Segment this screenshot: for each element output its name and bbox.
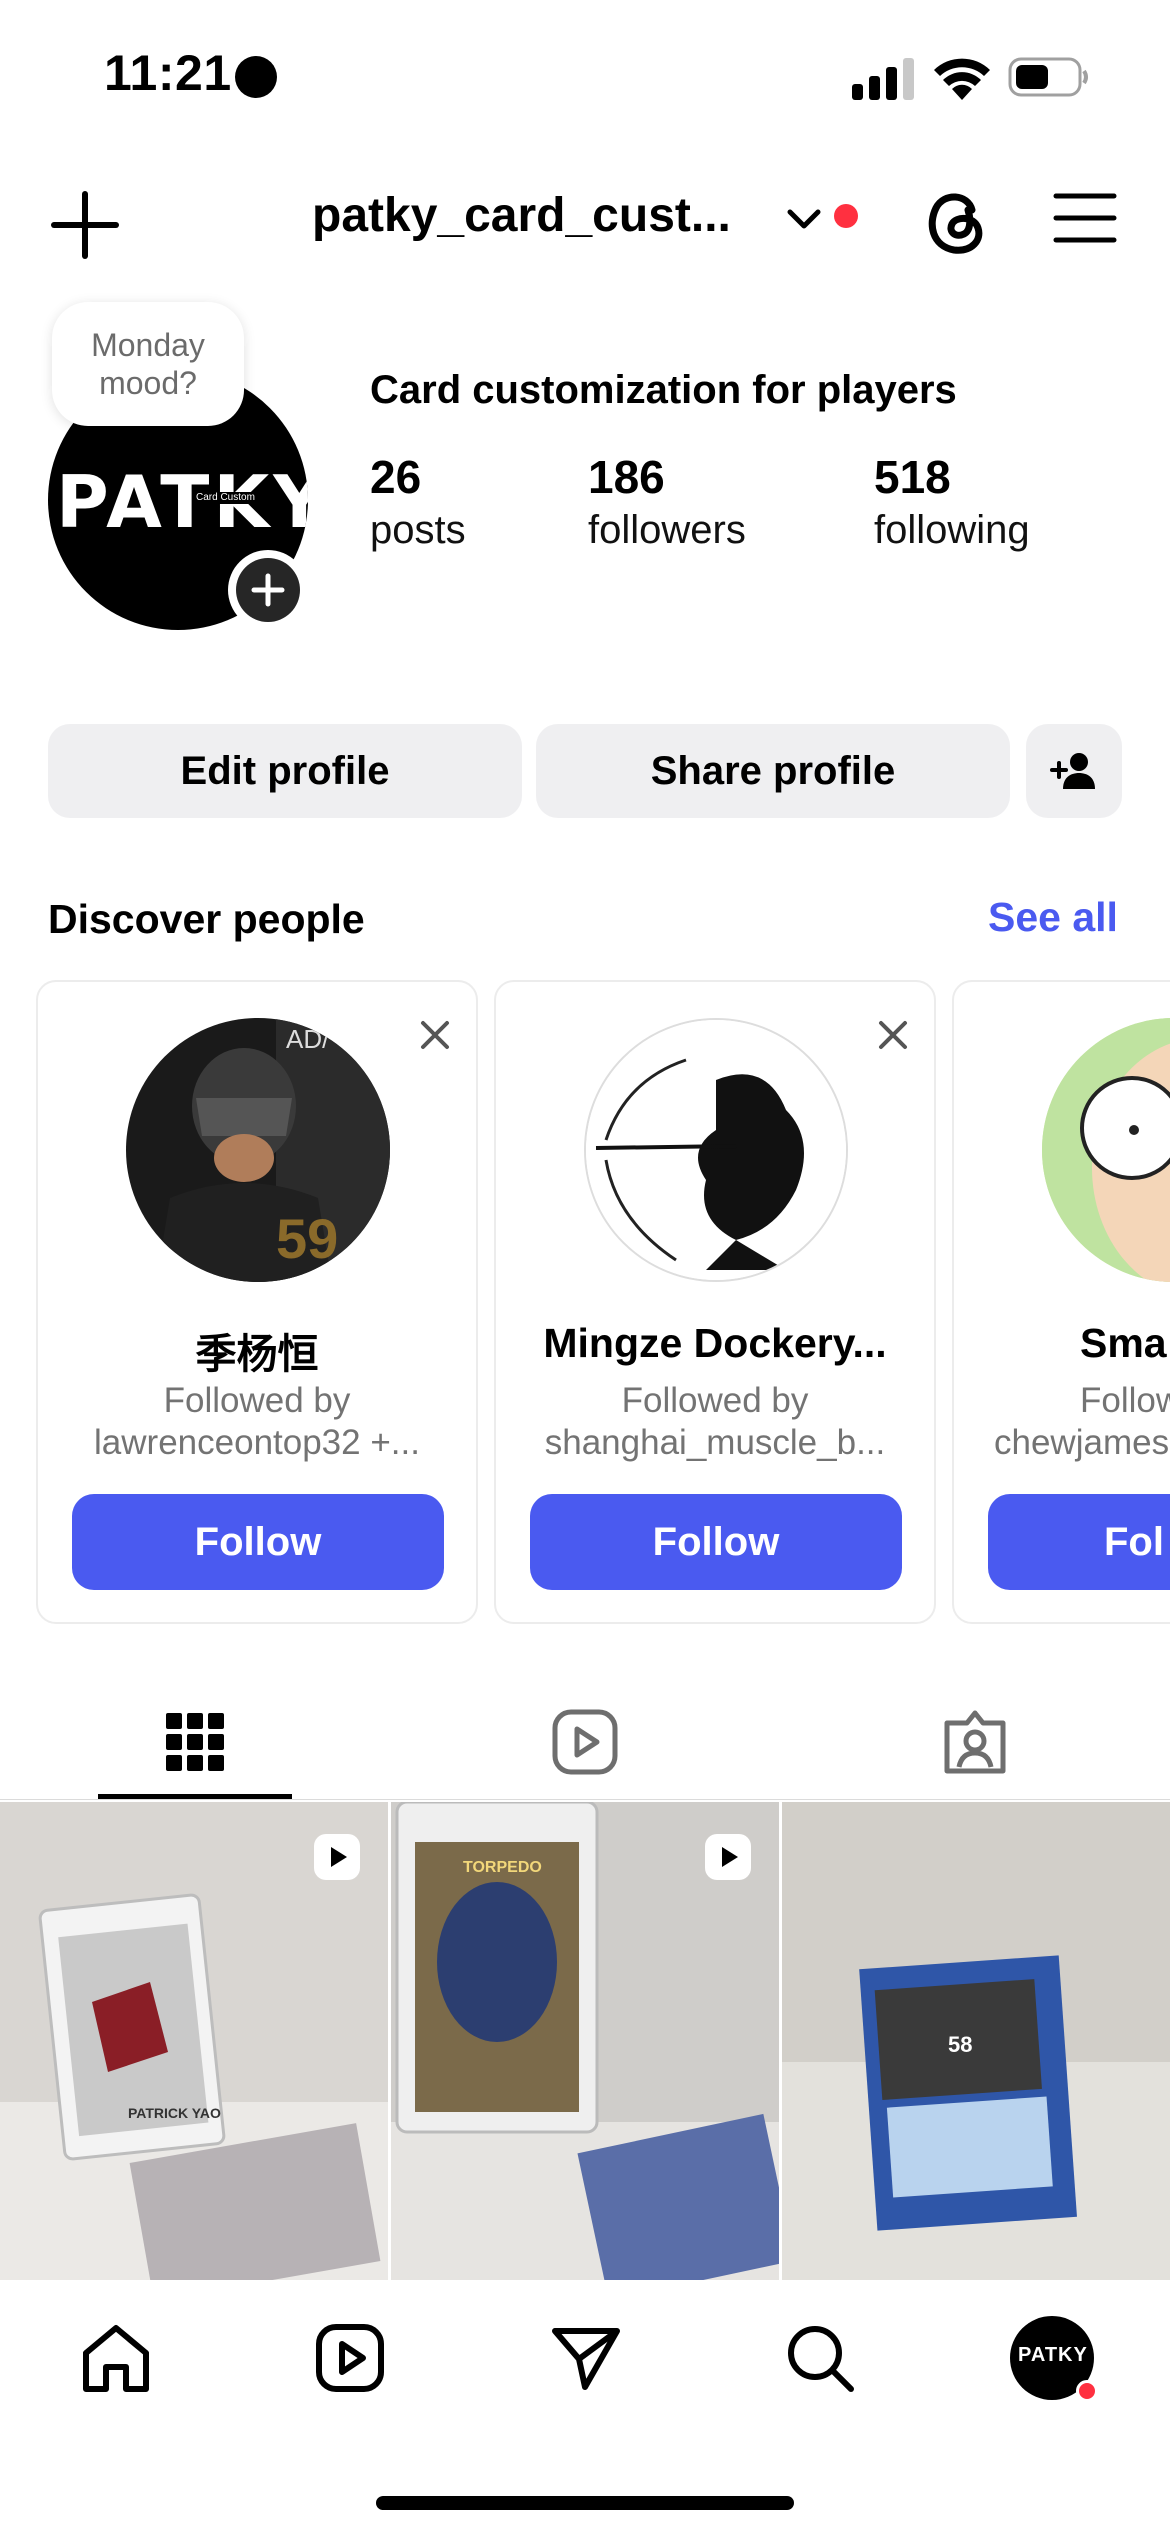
suggested-account-card[interactable]: Mingze Dockery... Followed by shanghai_m… <box>494 980 936 1624</box>
notification-dot <box>834 204 858 228</box>
suggested-followed-by: Follow chewjames <box>994 1381 1170 1462</box>
stat-posts[interactable]: 26 posts <box>370 450 466 553</box>
suggested-avatar[interactable] <box>1042 1018 1170 1282</box>
cartoon-face-avatar <box>1042 1018 1170 1282</box>
reels-icon <box>552 1709 618 1775</box>
follow-button[interactable]: Follow <box>530 1494 902 1590</box>
stat-value: 518 <box>874 451 951 503</box>
suggested-name[interactable]: 季杨恒 <box>38 1320 476 1380</box>
plus-icon[interactable] <box>50 190 120 260</box>
svg-text:AD/: AD/ <box>286 1024 330 1054</box>
tab-reels[interactable] <box>390 1684 780 1800</box>
follow-button[interactable]: Follow <box>72 1494 444 1590</box>
card-stand-photo: 58 <box>782 1802 1170 2280</box>
post-caption: 58 <box>948 2032 972 2057</box>
wifi-icon <box>934 58 990 100</box>
post-thumbnail[interactable]: PATRICK YAO <box>0 1802 388 2280</box>
discover-people-button[interactable] <box>1026 724 1122 818</box>
threads-icon[interactable] <box>920 180 992 260</box>
suggested-followed-by: Followed by lawrenceontop32 +... <box>94 1381 420 1462</box>
bottom-tab-bar: PATKY <box>0 2280 1170 2532</box>
cellular-signal-icon <box>852 58 914 100</box>
post-caption: TORPEDO <box>463 1859 542 1876</box>
samurai-ink-art <box>586 1020 846 1280</box>
nav-search[interactable] <box>780 2318 860 2398</box>
football-player-photo: 59 AD/ <box>126 1018 390 1282</box>
home-indicator[interactable] <box>376 2496 794 2510</box>
add-story-button[interactable] <box>228 550 308 630</box>
avatar-logo-sub: Card Custom <box>196 492 255 504</box>
stat-following[interactable]: 518 following <box>874 450 1030 553</box>
post-thumbnail[interactable]: TORPEDO <box>391 1802 779 2280</box>
suggested-name[interactable]: Mingze Dockery... <box>496 1320 934 1367</box>
profile-content-tabs <box>0 1684 1170 1800</box>
post-thumbnail[interactable]: 58 <box>782 1802 1170 2280</box>
reel-badge-icon <box>705 1834 751 1880</box>
home-icon <box>83 2325 149 2392</box>
share-profile-button[interactable]: Share profile <box>536 724 1010 818</box>
grid-icon <box>166 1713 224 1771</box>
search-icon <box>788 2326 854 2392</box>
avatar-logo: PATKY <box>1018 2344 1088 2366</box>
reel-badge-icon <box>314 1834 360 1880</box>
suggested-name[interactable]: Sma <box>1080 1320 1170 1367</box>
close-icon[interactable] <box>876 1018 910 1052</box>
follow-button[interactable]: Fol <box>988 1494 1170 1590</box>
stat-label: following <box>874 508 1030 552</box>
messages-icon <box>552 2328 620 2390</box>
tab-tagged[interactable] <box>780 1684 1170 1800</box>
edit-profile-button[interactable]: Edit profile <box>48 724 522 818</box>
suggested-account-card[interactable]: Sma Follow chewjames Fol <box>952 980 1170 1624</box>
see-all-link[interactable]: See all <box>988 894 1118 941</box>
note-text: Monday mood? <box>91 327 205 401</box>
status-time: 11:21 <box>104 45 232 101</box>
tab-posts-grid[interactable] <box>0 1684 390 1800</box>
active-tab-indicator <box>98 1794 292 1799</box>
status-bar: 11:21 <box>0 0 1170 150</box>
add-person-icon <box>1050 753 1095 789</box>
suggested-followed-by: Followed by shanghai_muscle_b... <box>544 1381 886 1462</box>
plus-icon <box>251 573 285 607</box>
nav-reels[interactable] <box>310 2318 390 2398</box>
nav-messages[interactable] <box>546 2318 626 2398</box>
svg-text:59: 59 <box>276 1207 338 1270</box>
profile-header: patky_card_cust... <box>0 160 1170 270</box>
suggested-account-card[interactable]: 59 AD/ 季杨恒 Followed by lawrenceontop32 +… <box>36 980 478 1624</box>
post-caption: PATRICK YAO <box>128 2105 221 2121</box>
note-bubble[interactable]: Monday mood? <box>52 302 244 426</box>
tagged-icon <box>944 1710 1006 1774</box>
hamburger-menu-icon[interactable] <box>1052 190 1118 246</box>
focus-mode-icon <box>235 56 277 98</box>
posts-grid: PATRICK YAO TORPEDO 58 <box>0 1802 1170 2280</box>
avatar-logo: PATKY <box>56 460 308 544</box>
notification-dot <box>1076 2380 1098 2402</box>
discover-people-title: Discover people <box>48 896 365 942</box>
stat-value: 26 <box>370 451 422 503</box>
reels-icon <box>316 2324 384 2392</box>
profile-bio: Card customization for players <box>370 368 957 412</box>
account-username[interactable]: patky_card_cust... <box>312 188 731 243</box>
stat-followers[interactable]: 186 followers <box>588 450 746 553</box>
chevron-down-icon[interactable] <box>784 202 824 236</box>
close-icon[interactable] <box>418 1018 452 1052</box>
battery-icon <box>1008 57 1088 97</box>
stat-label: followers <box>588 508 746 552</box>
suggested-accounts-carousel[interactable]: 59 AD/ 季杨恒 Followed by lawrenceontop32 +… <box>36 980 1170 1626</box>
stat-label: posts <box>370 508 466 552</box>
stat-value: 186 <box>588 451 665 503</box>
nav-home[interactable] <box>76 2318 156 2398</box>
suggested-avatar[interactable] <box>584 1018 848 1282</box>
suggested-avatar[interactable]: 59 AD/ <box>126 1018 390 1282</box>
